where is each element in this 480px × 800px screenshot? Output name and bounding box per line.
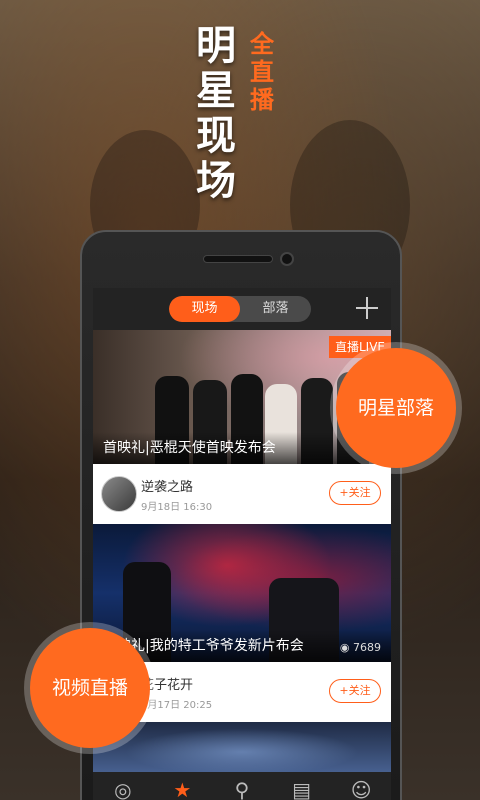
search-icon: ⚲ [234,778,250,800]
feed-user-row: 逆袭之路 9月18日 16:30 +关注 [93,464,391,524]
follow-button[interactable]: +关注 [329,679,381,703]
person-icon: ☺ [350,778,372,800]
feed-card-image[interactable] [93,722,391,772]
post-date: 9月17日 20:25 [141,700,213,711]
nav-item-stars[interactable]: ★ 明星 [153,772,213,800]
user-name[interactable]: 逆袭之路 [141,476,193,495]
top-bar: 现场 部落 [93,288,391,330]
star-icon: ★ [173,778,192,800]
nav-item-me[interactable]: ☺ 我的 [331,772,391,800]
post-date: 9月18日 16:30 [141,502,213,513]
bottom-nav: ◎ 新片 ★ 明星 ⚲ 发现 ▤ 消息 ☺ 我的 [93,772,391,800]
avatar[interactable] [101,476,137,512]
message-icon: ▤ [292,778,312,800]
follow-button[interactable]: +关注 [329,481,381,505]
view-count: ◉ 7689 [340,641,381,654]
phone-speaker [203,255,273,263]
tab-tribe[interactable]: 部落 [240,296,311,322]
eye-icon: ◉ [339,641,353,654]
tab-live-scene[interactable]: 现场 [169,296,240,322]
view-count-value: 7689 [353,641,381,654]
promo-headline: 明星现场 全直播 [196,24,286,204]
nav-item-new-films[interactable]: ◎ 新片 [93,772,153,800]
phone-camera [280,252,294,266]
nav-item-messages[interactable]: ▤ 消息 [272,772,332,800]
tribe-bubble: 明星部落 [336,348,456,468]
plus-icon[interactable] [353,294,381,322]
nav-item-discover[interactable]: ⚲ 发现 [212,772,272,800]
promo-title: 明星现场 [196,23,236,204]
live-video-bubble: 视频直播 [30,628,150,748]
feed-card-image[interactable]: 首映礼|我的特工爷爷发新片布会 ◉ 7689 [93,524,391,662]
segment-control: 现场 部落 [169,296,311,322]
film-reel-icon: ◎ [114,778,132,800]
promo-subtitle: 全直播 [250,30,274,114]
